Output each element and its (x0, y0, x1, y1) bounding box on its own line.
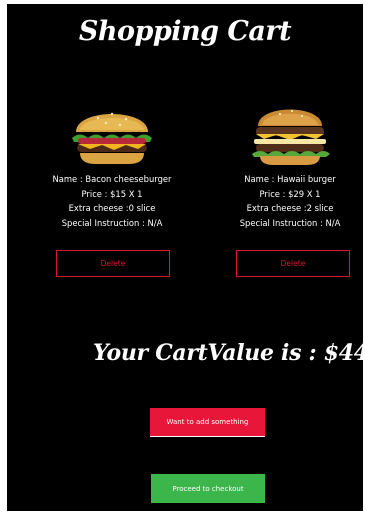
app-frame: Shopping Cart Name : Bacon cheeseburger (7, 4, 365, 511)
item-name: Name : Hawaii burger (244, 174, 336, 184)
item-extra-cheese: Extra cheese :0 slice (68, 203, 156, 213)
item-price: Price : $15 X 1 (81, 188, 143, 199)
item-special-instruction: Special Instruction : N/A (239, 217, 341, 228)
cart-item: Name : Hawaii burger Price : $29 X 1 Ext… (215, 98, 365, 230)
item-extra-cheese: Extra cheese :2 slice (246, 203, 334, 213)
item-name: Name : Bacon cheeseburger (52, 174, 172, 184)
proceed-to-checkout-button[interactable]: Proceed to checkout (151, 474, 265, 503)
item-price: Price : $29 X 1 (259, 188, 321, 199)
cart-value-total: Your CartValue is : $44 (93, 340, 365, 366)
delete-button[interactable]: Delete (236, 250, 350, 277)
delete-button[interactable]: Delete (56, 250, 170, 277)
page-title: Shopping Cart (78, 16, 292, 47)
item-special-instruction: Special Instruction : N/A (61, 217, 163, 228)
burger-image (72, 112, 152, 164)
cart-item: Name : Bacon cheeseburger Price : $15 X … (37, 98, 187, 230)
burger-image (252, 109, 330, 165)
add-something-button[interactable]: Want to add something (150, 408, 265, 437)
